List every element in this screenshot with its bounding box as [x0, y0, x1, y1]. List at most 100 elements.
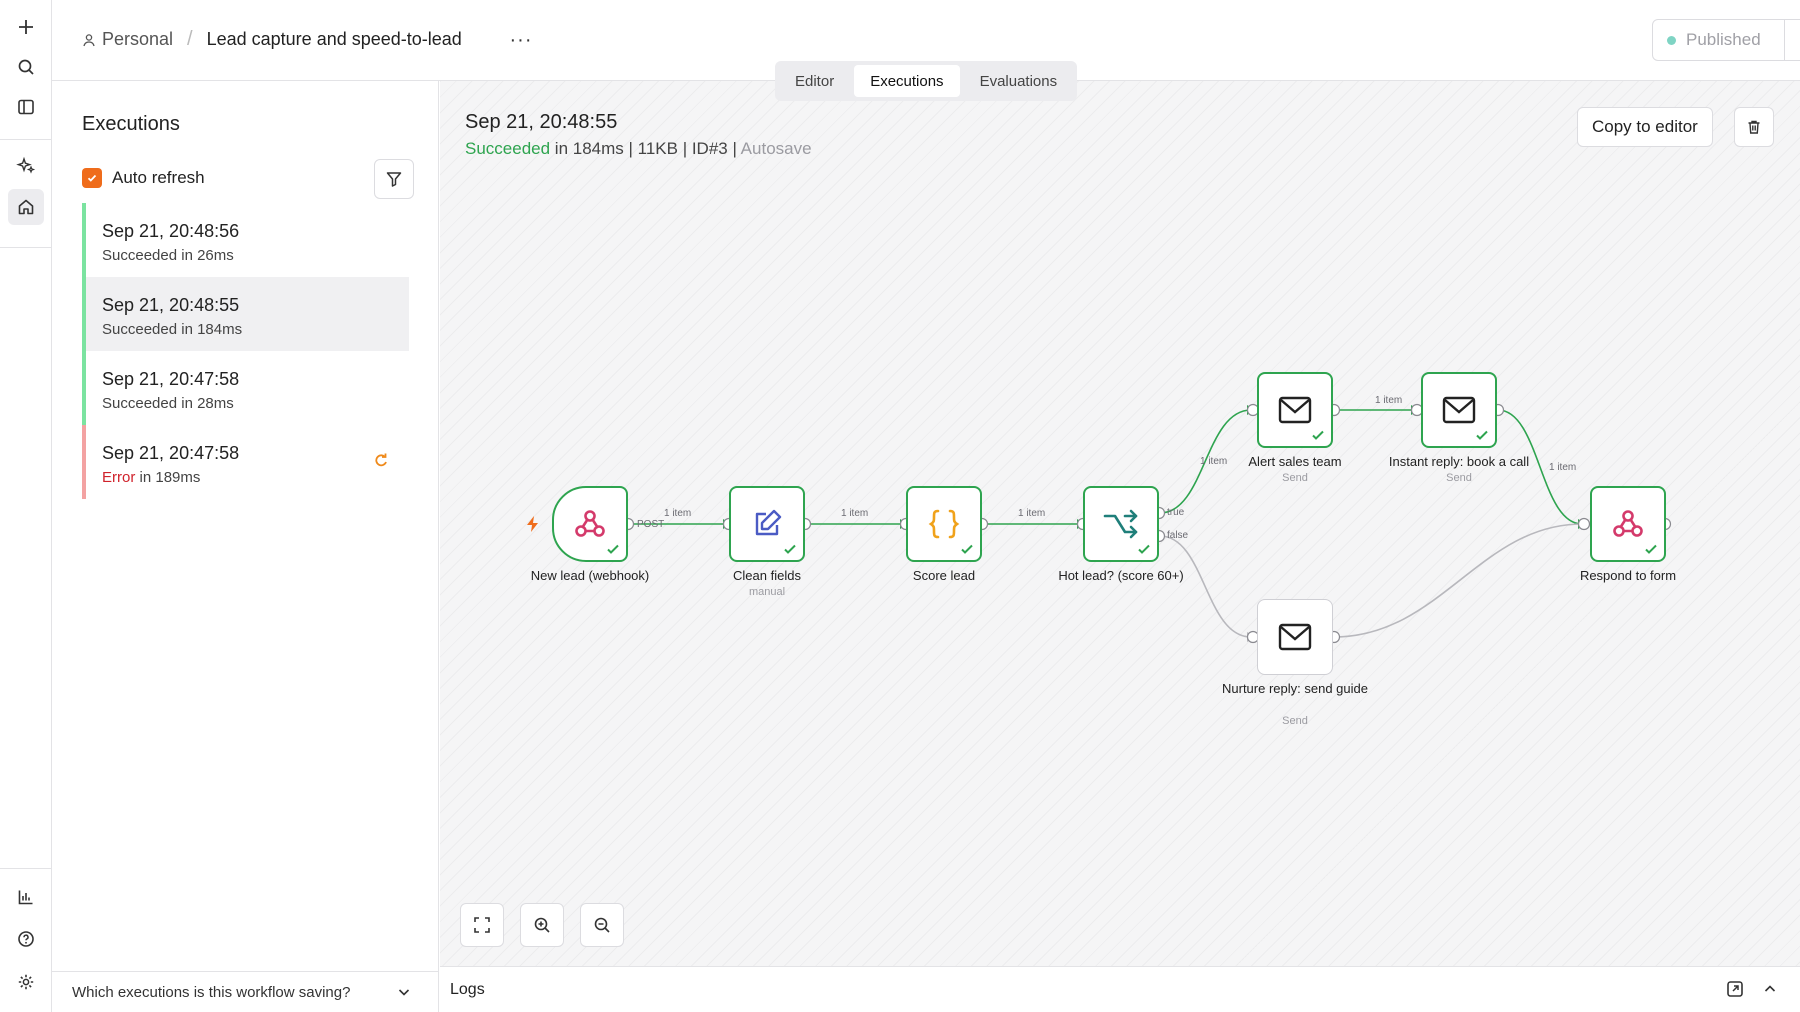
node-label: Respond to form: [1579, 568, 1677, 583]
auto-refresh-checkbox[interactable]: [82, 168, 102, 188]
zoom-in-icon: [534, 917, 550, 933]
settings-gear-icon[interactable]: [8, 964, 44, 1000]
breadcrumb-project[interactable]: Personal: [82, 29, 173, 50]
edge-label-item: 1 item: [841, 508, 868, 519]
node-instant-reply[interactable]: [1421, 372, 1497, 448]
plus-icon[interactable]: [8, 9, 44, 45]
node-clean-fields[interactable]: [729, 486, 805, 562]
fullscreen-icon: [474, 917, 490, 933]
edge-label-false: false: [1167, 530, 1189, 541]
node-label: Nurture reply: send guide: [1222, 681, 1368, 696]
node-alert-sales-team[interactable]: [1257, 372, 1333, 448]
success-check-icon: [784, 544, 796, 554]
node-label: Score lead: [912, 568, 976, 583]
chevron-up-icon[interactable]: [1762, 981, 1778, 997]
execution-item[interactable]: Sep 21, 20:48:55 Succeeded in 184ms: [82, 277, 409, 351]
search-icon[interactable]: [8, 49, 44, 85]
zoom-out-button[interactable]: [580, 903, 624, 947]
success-check-icon: [961, 544, 973, 554]
node-subtitle: Send: [1282, 472, 1308, 484]
mail-icon: [1278, 623, 1312, 651]
retry-icon[interactable]: [371, 451, 391, 471]
if-branch-icon: [1103, 509, 1138, 539]
mail-icon: [1442, 396, 1476, 424]
webhook-icon: [575, 510, 605, 537]
node-label: Clean fields: [733, 568, 801, 583]
mail-icon: [1278, 396, 1312, 424]
user-icon: [83, 33, 95, 46]
left-rail: [0, 0, 52, 1012]
execution-item[interactable]: Sep 21, 20:48:56 Succeeded in 26ms: [82, 203, 409, 277]
sidebar-toggle-icon[interactable]: [8, 89, 44, 125]
breadcrumb-separator: /: [187, 28, 193, 50]
success-check-icon: [1138, 544, 1150, 554]
workflow-canvas[interactable]: Sep 21, 20:48:55 Succeeded in 184ms | 11…: [440, 81, 1800, 966]
chevron-down-icon: [398, 989, 410, 996]
popout-icon[interactable]: [1726, 980, 1744, 998]
fit-view-button[interactable]: [460, 903, 504, 947]
tab-editor[interactable]: Editor: [779, 65, 850, 97]
edit-icon: [755, 509, 782, 536]
project-name: Personal: [102, 29, 174, 49]
saving-settings-toggle[interactable]: Which executions is this workflow saving…: [52, 971, 438, 1012]
code-braces-icon: [928, 509, 960, 539]
node-label: New lead (webhook): [530, 568, 650, 583]
filter-button[interactable]: [374, 159, 414, 199]
auto-refresh-label: Auto refresh: [112, 168, 205, 187]
node-subtitle: Send: [1446, 472, 1472, 484]
zoom-out-icon: [594, 917, 610, 933]
execution-date: Sep 21, 20:47:58: [102, 369, 240, 389]
tab-evaluations[interactable]: Evaluations: [964, 65, 1074, 97]
rail-divider: [0, 139, 52, 140]
edge-label-true: true: [1167, 507, 1185, 518]
help-icon[interactable]: [8, 921, 44, 957]
execution-date: Sep 21, 20:48:55: [102, 295, 240, 315]
webhook-icon: [1613, 510, 1643, 537]
filter-icon: [386, 172, 402, 187]
edge-label-item: 1 item: [664, 508, 691, 519]
node-respond-to-form[interactable]: [1590, 486, 1666, 562]
executions-title: Executions: [82, 113, 180, 135]
more-options-button[interactable]: ···: [506, 26, 536, 54]
rail-divider: [0, 247, 52, 248]
node-label: Hot lead? (score 60+): [1058, 568, 1184, 583]
node-hot-lead-if[interactable]: [1083, 486, 1159, 562]
execution-date: Sep 21, 20:48:56: [102, 221, 240, 241]
published-button[interactable]: Published: [1653, 20, 1785, 60]
check-icon: [87, 174, 97, 182]
execution-item[interactable]: Sep 21, 20:47:58 Error in 189ms: [82, 425, 409, 499]
auto-refresh[interactable]: Auto refresh: [82, 168, 205, 188]
zoom-in-button[interactable]: [520, 903, 564, 947]
execution-item[interactable]: Sep 21, 20:47:58 Succeeded in 28ms: [82, 351, 409, 425]
saving-question: Which executions is this workflow saving…: [72, 983, 351, 1001]
view-tabs: Editor Executions Evaluations: [775, 61, 1078, 101]
node-new-lead-webhook[interactable]: [552, 486, 628, 562]
execution-status: Succeeded in 184ms: [102, 321, 243, 338]
insights-chart-icon[interactable]: [8, 879, 44, 915]
node-nurture-reply[interactable]: [1257, 599, 1333, 675]
execution-status: Succeeded in 26ms: [102, 247, 234, 264]
node-subtitle: manual: [748, 586, 786, 598]
edge-label-item: 1 item: [1549, 462, 1576, 473]
success-check-icon: [1312, 430, 1324, 440]
edge-label-post: POST: [637, 519, 664, 530]
node-score-lead[interactable]: [906, 486, 982, 562]
sparkles-icon[interactable]: [8, 148, 44, 184]
logs-panel[interactable]: Logs: [440, 966, 1800, 1012]
execution-status: Succeeded in 28ms: [102, 395, 234, 412]
published-status-dot: [1667, 35, 1676, 45]
node-label: Alert sales team: [1248, 454, 1342, 469]
edge-label-item: 1 item: [1018, 508, 1045, 519]
success-check-icon: [1645, 544, 1657, 554]
logs-title: Logs: [450, 981, 485, 998]
published-label: Published: [1686, 30, 1761, 49]
tab-executions[interactable]: Executions: [854, 65, 960, 97]
publish-dropdown-button[interactable]: [1785, 20, 1800, 60]
publish-control: Published: [1652, 19, 1800, 61]
success-check-icon: [607, 544, 619, 554]
trigger-bolt-icon: [527, 516, 538, 532]
node-subtitle: Send: [1282, 715, 1308, 727]
workflow-name[interactable]: Lead capture and speed-to-lead: [207, 29, 462, 50]
home-icon[interactable]: [8, 189, 44, 225]
success-check-icon: [1476, 430, 1488, 440]
